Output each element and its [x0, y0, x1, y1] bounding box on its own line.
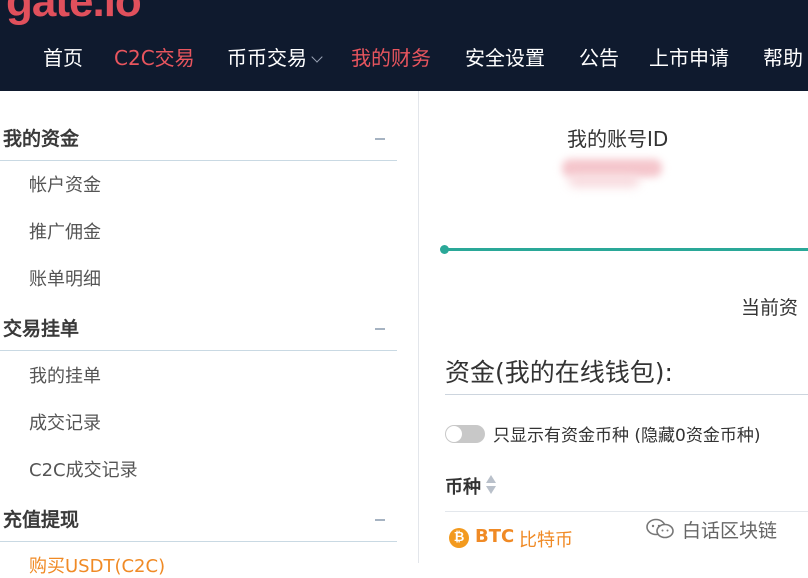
sidebar-item-my-orders[interactable]: 我的挂单 — [29, 362, 101, 388]
chevron-down-icon — [311, 51, 323, 63]
gateio-logo[interactable]: gate.io — [6, 0, 142, 26]
sidebar-item-trade-history[interactable]: 成交记录 — [29, 409, 101, 435]
divider — [445, 394, 808, 395]
redacted-account-id-shadow — [569, 175, 639, 187]
sort-up-icon — [486, 475, 496, 483]
sidebar: 我的资金 帐户资金 推广佣金 账单明细 交易挂单 我的挂单 成交记录 C2C成交… — [0, 91, 419, 577]
sidebar-item-referral-commission[interactable]: 推广佣金 — [29, 218, 101, 244]
wechat-icon — [646, 518, 674, 539]
section-title: 充值提现 — [3, 509, 80, 531]
section-title: 交易挂单 — [3, 318, 80, 340]
hide-zero-balance-toggle[interactable] — [445, 425, 485, 443]
funds-section-title: 资金(我的在线钱包): — [445, 358, 673, 387]
current-assets-label: 当前资 — [741, 297, 799, 319]
toggle-knob — [446, 426, 462, 442]
sidebar-item-bill-details[interactable]: 账单明细 — [29, 265, 101, 291]
main-content: 我的账号ID 当前资 资金(我的在线钱包): 只显示有资金币种 (隐藏0资金币种… — [419, 91, 808, 563]
sort-icon[interactable] — [486, 475, 496, 497]
nav-item-c2c[interactable]: C2C交易 — [114, 42, 195, 74]
nav-item-home[interactable]: 首页 — [43, 42, 83, 74]
collapse-icon[interactable] — [375, 519, 385, 521]
sort-down-icon — [486, 486, 496, 494]
bitcoin-icon: ₿ — [449, 528, 469, 548]
sidebar-item-account-funds[interactable]: 帐户资金 — [29, 171, 101, 197]
nav-item-security-settings[interactable]: 安全设置 — [465, 42, 545, 74]
table-row-divider — [445, 511, 808, 512]
progress-track — [444, 248, 808, 251]
section-title: 我的资金 — [3, 128, 80, 150]
toggle-label: 只显示有资金币种 (隐藏0资金币种) — [493, 426, 761, 446]
sidebar-section-my-funds[interactable]: 我的资金 — [0, 114, 397, 161]
top-header: gate.io 首页 C2C交易 币币交易 我的财务 安全设置 公告 上市申请 … — [0, 0, 808, 91]
sidebar-item-buy-usdt[interactable]: 购买USDT(C2C) — [29, 552, 165, 578]
collapse-icon[interactable] — [375, 138, 385, 140]
collapse-icon[interactable] — [375, 328, 385, 330]
nav-item-spot-trading-label: 币币交易 — [227, 46, 307, 70]
currency-name: 比特币 — [519, 530, 573, 551]
account-id-label: 我的账号ID — [567, 127, 669, 151]
currency-symbol: BTC — [475, 526, 515, 547]
watermark-text: 白话区块链 — [682, 520, 778, 542]
sidebar-item-c2c-trade-history[interactable]: C2C成交记录 — [29, 456, 138, 482]
nav-item-help[interactable]: 帮助 — [763, 42, 803, 74]
nav-item-announcements[interactable]: 公告 — [579, 42, 619, 74]
sidebar-section-deposit-withdraw[interactable]: 充值提现 — [0, 495, 397, 542]
nav-item-spot-trading[interactable]: 币币交易 — [227, 42, 323, 74]
sidebar-section-orders[interactable]: 交易挂单 — [0, 304, 397, 351]
nav-item-my-finance[interactable]: 我的财务 — [351, 42, 431, 74]
column-header-currency[interactable]: 币种 — [445, 473, 481, 499]
nav-item-listing-application[interactable]: 上市申请 — [649, 42, 729, 74]
progress-dot — [440, 245, 449, 254]
